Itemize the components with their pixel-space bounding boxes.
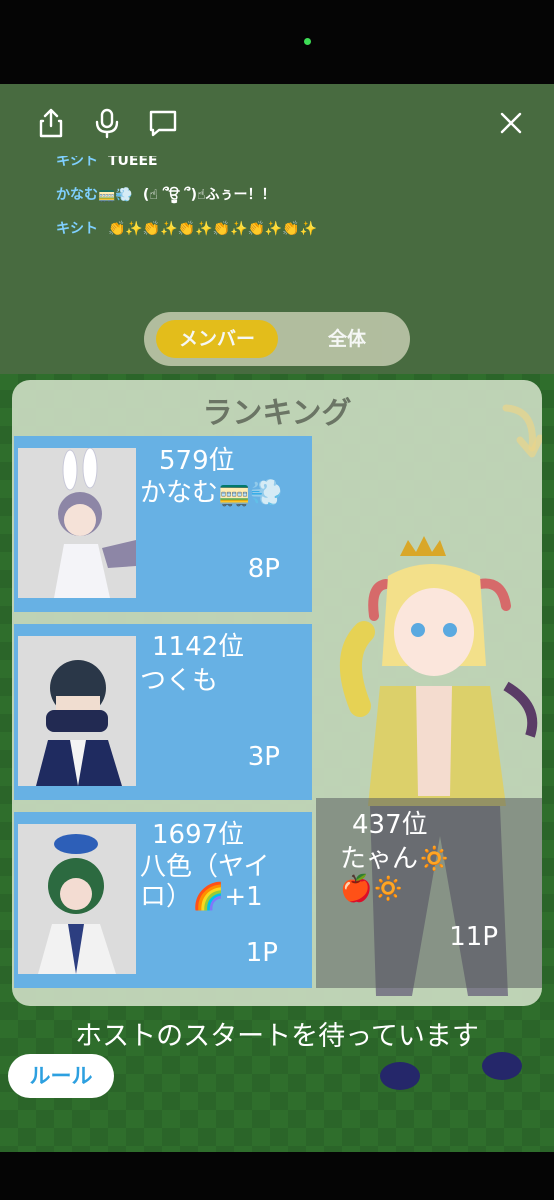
rank-position: 1697位 [152,820,245,850]
player-name: たゃん🔅🍎🔅 [340,844,451,904]
ranking-scope-toggle: メンバー 全体 [144,312,410,366]
camera-indicator [304,38,311,45]
chat-message: キシト 👏✨👏✨👏✨👏✨👏✨👏✨ [56,218,317,238]
curved-arrow-icon [502,404,542,458]
player-name: 八色（ヤイロ）🌈+1 [140,852,270,912]
player-name: つくも [140,666,219,696]
avatar [18,636,136,786]
avatar [18,824,136,974]
chat-text: (☝ ՞ਊ ՞)☝ふぅー！！ [142,187,276,203]
microphone-icon[interactable] [90,106,124,140]
rank-position: 437位 [352,810,428,840]
avatar [18,448,136,598]
ranking-title: ランキング [202,396,352,431]
chat-user-name: かなむ🚃💨 [56,187,133,203]
ranking-card: 579位 かなむ🚃💨 8P [14,436,312,612]
player-points: 11P [449,922,498,952]
rank-position: 579位 [159,446,235,476]
rules-button[interactable]: ルール [8,1054,114,1098]
chat-text: 👏✨👏✨👏✨👏✨👏✨👏✨ [108,221,318,237]
status-bar [0,0,554,84]
chat-message: かなむ🚃💨 (☝ ՞ਊ ՞)☝ふぅー！！ [56,184,276,204]
waiting-message: ホストのスタートを待っています [75,1021,479,1052]
player-points: 8P [247,554,280,584]
ranking-card: 1697位 八色（ヤイロ）🌈+1 1P [14,812,312,988]
close-icon[interactable] [494,106,528,140]
player-points: 1P [245,938,278,968]
rank-position: 1142位 [152,632,245,662]
comment-icon[interactable] [146,106,180,140]
tab-member[interactable]: メンバー [156,320,278,358]
host-ranking-card: 437位 たゃん🔅🍎🔅 11P [316,798,542,988]
share-icon[interactable] [34,106,68,140]
player-points: 3P [247,742,280,772]
navigation-bar [0,1152,554,1200]
chat-user-name: キシト [56,221,98,237]
tab-all[interactable]: 全体 [292,320,402,358]
player-name: かなむ🚃💨 [140,478,283,508]
ranking-card: 1142位 つくも 3P [14,624,312,800]
